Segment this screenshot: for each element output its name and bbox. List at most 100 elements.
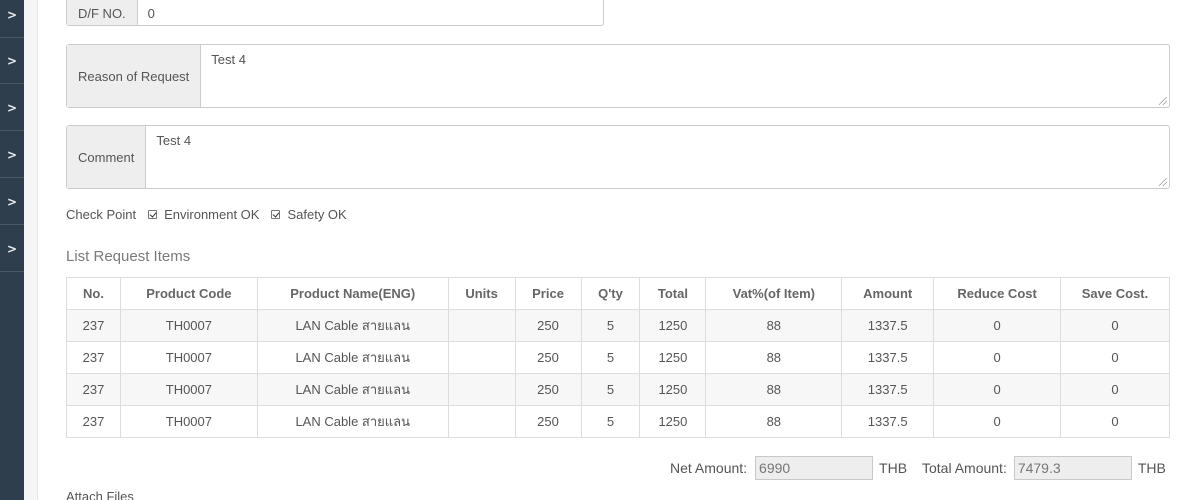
resize-grip-icon[interactable] bbox=[1159, 97, 1167, 105]
cell-price: 250 bbox=[514, 341, 582, 374]
cell-save-cost: 0 bbox=[1060, 405, 1170, 438]
sidebar: > > > > > > bbox=[0, 0, 24, 500]
col-price: Price bbox=[514, 277, 582, 310]
cell-amount: 1337.5 bbox=[841, 405, 935, 438]
cell-vat: 88 bbox=[705, 309, 843, 342]
cell-total: 1250 bbox=[639, 309, 707, 342]
cell-units bbox=[447, 309, 516, 342]
net-amount-row: Net Amount: 6990 THB bbox=[670, 456, 907, 480]
col-total: Total bbox=[639, 277, 707, 310]
cell-amount: 1337.5 bbox=[841, 341, 935, 374]
cell-qty: 5 bbox=[580, 405, 641, 438]
sidebar-item-5[interactable]: > bbox=[0, 179, 24, 225]
df-no-input[interactable]: 0 bbox=[138, 0, 603, 25]
attach-files-label: Attach Files bbox=[66, 489, 134, 500]
col-amount: Amount bbox=[841, 277, 935, 310]
col-no: No. bbox=[66, 277, 121, 310]
table-row: 237 TH0007 LAN Cable สายแลน 250 5 1250 8… bbox=[66, 341, 1170, 374]
cell-product-code: TH0007 bbox=[119, 405, 258, 438]
cell-product-name: LAN Cable สายแลน bbox=[256, 373, 449, 406]
cell-price: 250 bbox=[514, 373, 582, 406]
safety-ok-checkbox[interactable] bbox=[271, 210, 281, 219]
cell-product-name: LAN Cable สายแลน bbox=[256, 341, 449, 374]
comment-text: Test 4 bbox=[156, 133, 192, 148]
chevron-right-icon: > bbox=[6, 147, 18, 162]
cell-vat: 88 bbox=[705, 373, 843, 406]
cell-qty: 5 bbox=[580, 341, 641, 374]
cell-no: 237 bbox=[66, 341, 121, 374]
reason-text: Test 4 bbox=[211, 52, 246, 67]
total-amount-label: Total Amount: bbox=[922, 460, 1007, 476]
chevron-right-icon: > bbox=[6, 194, 18, 209]
environment-ok-checkbox[interactable] bbox=[148, 210, 158, 219]
cell-qty: 5 bbox=[580, 373, 641, 406]
sidebar-item-2[interactable]: > bbox=[0, 38, 24, 84]
cell-units bbox=[447, 373, 516, 406]
df-no-group: D/F NO. 0 bbox=[66, 0, 604, 26]
cell-total: 1250 bbox=[639, 341, 707, 374]
cell-product-code: TH0007 bbox=[119, 341, 258, 374]
comment-label: Comment bbox=[67, 126, 147, 188]
cell-no: 237 bbox=[66, 405, 121, 438]
chevron-right-icon: > bbox=[6, 7, 18, 22]
request-items-table: No. Product Code Product Name(ENG) Units… bbox=[66, 277, 1170, 438]
cell-price: 250 bbox=[514, 405, 582, 438]
cell-vat: 88 bbox=[705, 405, 843, 438]
sidebar-item-1[interactable]: > bbox=[0, 0, 24, 38]
list-request-items-title: List Request Items bbox=[66, 248, 191, 265]
col-product-code: Product Code bbox=[119, 277, 258, 310]
cell-units bbox=[447, 341, 516, 374]
chevron-right-icon: > bbox=[6, 53, 18, 68]
cell-price: 250 bbox=[514, 309, 582, 342]
comment-group: Comment Test 4 bbox=[66, 125, 1170, 189]
cell-product-code: TH0007 bbox=[119, 309, 258, 342]
resize-grip-icon[interactable] bbox=[1159, 178, 1167, 186]
cell-reduce-cost: 0 bbox=[933, 309, 1062, 342]
total-amount-input[interactable]: 7479.3 bbox=[1013, 456, 1132, 480]
reason-textarea[interactable]: Test 4 bbox=[201, 45, 1169, 107]
sidebar-item-4[interactable]: > bbox=[0, 132, 24, 178]
cell-reduce-cost: 0 bbox=[933, 373, 1062, 406]
table-row: 237 TH0007 LAN Cable สายแลน 250 5 1250 8… bbox=[66, 405, 1170, 438]
cell-product-name: LAN Cable สายแลน bbox=[256, 405, 449, 438]
cell-amount: 1337.5 bbox=[841, 373, 935, 406]
sidebar-item-6[interactable]: > bbox=[0, 226, 24, 272]
cell-qty: 5 bbox=[580, 309, 641, 342]
safety-ok-label: Safety OK bbox=[287, 207, 347, 222]
cell-total: 1250 bbox=[639, 373, 707, 406]
col-units: Units bbox=[447, 277, 516, 310]
table-row: 237 TH0007 LAN Cable สายแลน 250 5 1250 8… bbox=[66, 309, 1170, 342]
cell-reduce-cost: 0 bbox=[933, 405, 1062, 438]
cell-save-cost: 0 bbox=[1060, 309, 1170, 342]
col-reduce-cost: Reduce Cost bbox=[933, 277, 1062, 310]
table-row: 237 TH0007 LAN Cable สายแลน 250 5 1250 8… bbox=[66, 373, 1170, 406]
sidebar-gutter bbox=[24, 0, 38, 500]
cell-amount: 1337.5 bbox=[841, 309, 935, 342]
cell-vat: 88 bbox=[705, 341, 843, 374]
net-amount-currency: THB bbox=[879, 460, 908, 476]
col-qty: Q'ty bbox=[580, 277, 641, 310]
total-amount-currency: THB bbox=[1137, 460, 1166, 476]
environment-ok-label: Environment OK bbox=[164, 207, 260, 222]
chevron-right-icon: > bbox=[6, 241, 18, 256]
cell-product-code: TH0007 bbox=[119, 373, 258, 406]
net-amount-label: Net Amount: bbox=[670, 460, 748, 476]
checkpoint-row: Check Point Environment OK Safety OK bbox=[66, 207, 347, 222]
total-amount-row: Total Amount: 7479.3 THB bbox=[922, 456, 1166, 480]
sidebar-item-3[interactable]: > bbox=[0, 85, 24, 131]
reason-label: Reason of Request bbox=[67, 45, 202, 107]
col-vat: Vat%(of Item) bbox=[705, 277, 843, 310]
cell-units bbox=[447, 405, 516, 438]
net-amount-input[interactable]: 6990 bbox=[755, 456, 874, 480]
checkpoint-label: Check Point bbox=[66, 207, 137, 222]
cell-reduce-cost: 0 bbox=[933, 341, 1062, 374]
col-save-cost: Save Cost. bbox=[1060, 277, 1170, 310]
cell-no: 237 bbox=[66, 373, 121, 406]
cell-save-cost: 0 bbox=[1060, 373, 1170, 406]
chevron-right-icon: > bbox=[6, 100, 18, 115]
cell-product-name: LAN Cable สายแลน bbox=[256, 309, 449, 342]
table-header-row: No. Product Code Product Name(ENG) Units… bbox=[66, 277, 1170, 310]
cell-no: 237 bbox=[66, 309, 121, 342]
comment-textarea[interactable]: Test 4 bbox=[146, 126, 1169, 188]
df-no-label: D/F NO. bbox=[67, 0, 138, 25]
